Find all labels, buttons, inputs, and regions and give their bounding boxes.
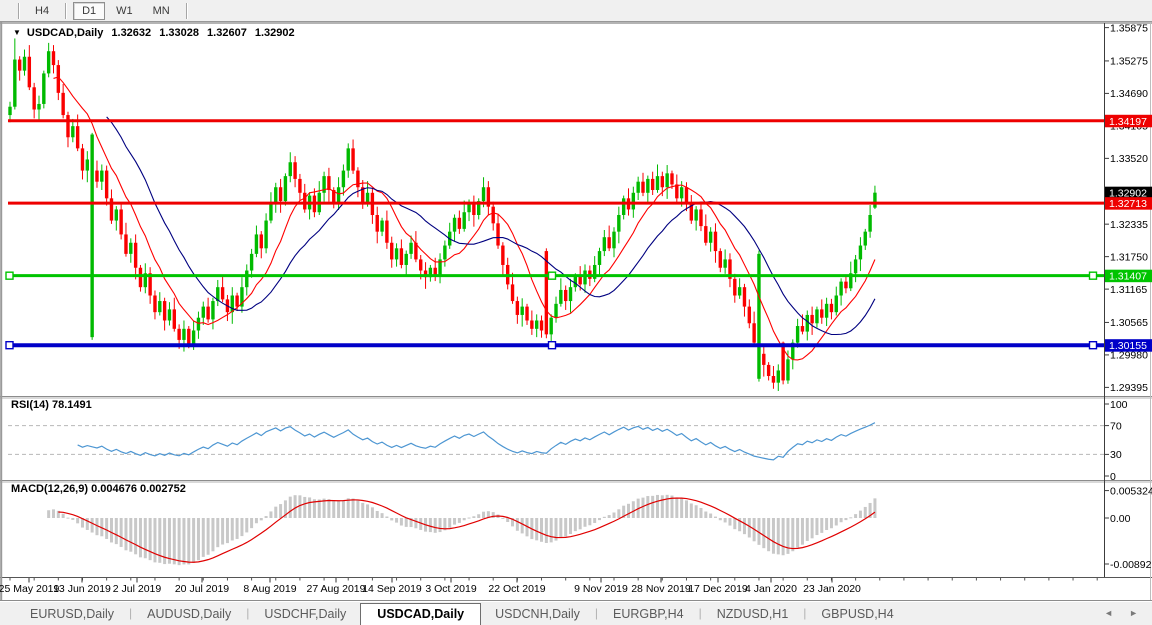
rsi-pane[interactable] xyxy=(0,398,1104,480)
time-axis-label: 8 Aug 2019 xyxy=(243,583,296,595)
time-axis-label: 17 Dec 2019 xyxy=(688,583,748,595)
tab-scroll-left-button[interactable]: ◄ xyxy=(1104,608,1113,618)
level-price-tag: 1.34197 xyxy=(1105,115,1152,128)
time-axis-label: 9 Nov 2019 xyxy=(574,583,628,595)
level-price-tag: 1.31407 xyxy=(1105,270,1152,283)
rsi-axis-label: 100 xyxy=(1110,399,1128,411)
terminal-window: H4 D1W1MN ▼ USDCAD,Daily 1.32632 1.33028 1… xyxy=(0,0,1152,625)
ohlc-open: 1.32632 xyxy=(111,27,151,39)
line-handle[interactable] xyxy=(6,342,13,349)
macd-indicator-label: MACD(12,26,9) 0.004676 0.002752 xyxy=(11,483,186,495)
timeframe-button-d1[interactable]: D1 xyxy=(73,2,105,20)
time-axis-label: 20 Jul 2019 xyxy=(175,583,229,595)
level-price-tag: 1.30155 xyxy=(1105,339,1152,352)
time-axis-label: 27 Aug 2019 xyxy=(307,583,366,595)
price-axis-label: 1.33520 xyxy=(1110,153,1148,165)
tab-scroll-controls: ◄ ► xyxy=(1104,608,1138,618)
main-chart-pane[interactable] xyxy=(0,24,1104,396)
line-handle[interactable] xyxy=(6,272,13,279)
time-axis-label: 2 Jul 2019 xyxy=(113,583,162,595)
rsi-axis-label: 70 xyxy=(1110,420,1122,432)
time-axis-label: 22 Oct 2019 xyxy=(488,583,545,595)
time-axis-label: 14 Sep 2019 xyxy=(362,583,422,595)
rsi-axis-label: 30 xyxy=(1110,449,1122,461)
svg-text:1.32713: 1.32713 xyxy=(1109,198,1147,210)
timeframe-button-h4[interactable]: H4 xyxy=(26,2,58,20)
price-axis-label: 1.29395 xyxy=(1110,382,1148,394)
time-axis-label: 13 Jun 2019 xyxy=(53,583,111,595)
time-axis-label: 3 Oct 2019 xyxy=(425,583,477,595)
svg-text:1.34197: 1.34197 xyxy=(1109,116,1147,128)
tab-usdcad-daily[interactable]: USDCAD,Daily xyxy=(360,603,481,625)
chart-canvas[interactable]: 25 May 201913 Jun 20192 Jul 2019 20 Jul 2… xyxy=(0,22,1152,600)
svg-text:1.30155: 1.30155 xyxy=(1109,340,1147,352)
timeframe-toolbar: H4 D1W1MN xyxy=(0,0,1152,22)
tab-scroll-right-button[interactable]: ► xyxy=(1129,608,1138,618)
tab-usdchf-daily[interactable]: USDCHF,Daily xyxy=(250,604,360,625)
macd-axis-label: 0.00 xyxy=(1110,513,1131,525)
price-axis-label: 1.31165 xyxy=(1110,284,1147,296)
toolbar-separator xyxy=(18,3,19,19)
time-axis-label: 25 May 2019 xyxy=(0,583,60,595)
macd-axis-label: -0.008929 xyxy=(1110,559,1152,571)
chart-tab-bar: EURUSD,Daily|AUDUSD,Daily|USDCHF,DailyUS… xyxy=(0,600,1152,625)
chart-collapse-icon: ▼ xyxy=(13,28,21,37)
time-axis-label: 4 Jan 2020 xyxy=(745,583,797,595)
time-axis-label: 23 Jan 2020 xyxy=(803,583,861,595)
price-axis-label: 1.35875 xyxy=(1110,22,1148,34)
chart-symbol-label: USDCAD,Daily xyxy=(27,27,103,39)
price-axis-label: 1.35275 xyxy=(1110,56,1148,68)
chart-window: ▼ USDCAD,Daily 1.32632 1.33028 1.32607 1.… xyxy=(0,22,1152,600)
svg-text:1.31407: 1.31407 xyxy=(1109,271,1147,283)
price-axis-label: 1.30565 xyxy=(1110,317,1148,329)
ohlc-high: 1.33028 xyxy=(159,27,199,39)
macd-axis-label: 0.005324 xyxy=(1110,485,1152,497)
ohlc-low: 1.32607 xyxy=(207,27,247,39)
time-axis-label: 28 Nov 2019 xyxy=(631,583,691,595)
tab-nzdusd-h1[interactable]: NZDUSD,H1 xyxy=(703,604,803,625)
tab-usdcnh-daily[interactable]: USDCNH,Daily xyxy=(481,604,594,625)
tab-eurgbp-h4[interactable]: EURGBP,H4 xyxy=(599,604,698,625)
ohlc-close: 1.32902 xyxy=(255,27,295,39)
timeframe-button-w1[interactable]: W1 xyxy=(107,2,142,20)
tab-audusd-daily[interactable]: AUDUSD,Daily xyxy=(133,604,245,625)
tab-eurusd-daily[interactable]: EURUSD,Daily xyxy=(16,604,128,625)
timeframe-button-mn[interactable]: MN xyxy=(144,2,179,20)
line-handle[interactable] xyxy=(1090,272,1097,279)
level-price-tag: 1.32713 xyxy=(1105,197,1152,210)
chart-title: ▼ USDCAD,Daily 1.32632 1.33028 1.32607 1.… xyxy=(13,27,300,39)
toolbar-separator xyxy=(65,3,66,19)
price-axis-label: 1.31750 xyxy=(1110,251,1148,263)
line-handle[interactable] xyxy=(1090,342,1097,349)
line-handle[interactable] xyxy=(549,342,556,349)
price-axis-label: 1.34690 xyxy=(1110,88,1148,100)
rsi-indicator-label: RSI(14) 78.1491 xyxy=(11,399,92,411)
price-axis-label: 1.32335 xyxy=(1110,219,1148,231)
tab-gbpusd-h4[interactable]: GBPUSD,H4 xyxy=(807,604,907,625)
rsi-axis-label: 0 xyxy=(1110,471,1116,483)
line-handle[interactable] xyxy=(549,272,556,279)
toolbar-separator xyxy=(186,3,187,19)
